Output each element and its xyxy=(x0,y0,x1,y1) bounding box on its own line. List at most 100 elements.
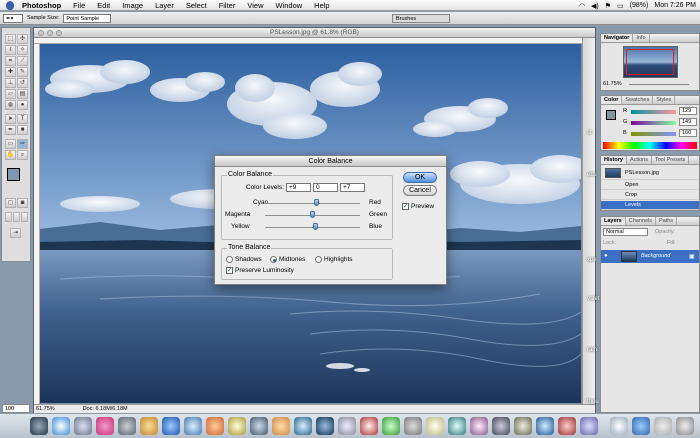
document-size-info[interactable]: Doc: 6.18M/6.18M xyxy=(83,406,128,412)
cancel-button[interactable]: Cancel xyxy=(403,185,437,196)
navigator-zoom[interactable]: 61.75% xyxy=(603,81,622,87)
layer-visibility-eye-icon[interactable]: ● xyxy=(604,253,608,259)
dialog-title[interactable]: Color Balance xyxy=(215,156,446,167)
channel-b-value[interactable]: 160 xyxy=(679,129,697,137)
jump-to-imageready-icon[interactable]: ⇥ xyxy=(10,228,21,238)
minimized-window-icon[interactable] xyxy=(632,417,650,435)
history-state-open[interactable]: Open xyxy=(601,181,699,190)
highlights-label[interactable]: Highlights xyxy=(324,256,353,263)
downloads-folder-icon[interactable] xyxy=(654,417,672,435)
menu-edit[interactable]: Edit xyxy=(91,1,116,10)
sample-size-select[interactable]: Point Sample xyxy=(63,13,112,23)
acrobat-icon[interactable] xyxy=(360,417,378,435)
apple-menu-icon[interactable] xyxy=(6,0,14,10)
color-foreground-swatch[interactable] xyxy=(606,110,616,120)
desktop-label[interactable]: xpe xyxy=(587,257,597,263)
pen-tool-icon[interactable]: ✒ xyxy=(5,125,16,135)
dvd-player-icon[interactable] xyxy=(404,417,422,435)
shadows-label[interactable]: Shadows xyxy=(235,256,262,263)
navigator-view-box[interactable] xyxy=(626,49,674,75)
stickies-icon[interactable] xyxy=(140,417,158,435)
menu-view[interactable]: View xyxy=(241,1,269,10)
blur-tool-icon[interactable]: ◍ xyxy=(5,100,16,110)
textedit-icon[interactable] xyxy=(426,417,444,435)
mail-icon[interactable] xyxy=(74,417,92,435)
history-state-levels[interactable]: Levels xyxy=(601,201,699,210)
zoom-field[interactable]: 100 xyxy=(2,404,30,413)
image-capture-icon[interactable] xyxy=(514,417,532,435)
navigator-thumbnail[interactable] xyxy=(623,46,678,78)
trash-icon[interactable] xyxy=(676,417,694,435)
tab-channels[interactable]: Channels xyxy=(626,217,656,225)
imovie-icon[interactable] xyxy=(228,417,246,435)
yellow-blue-slider-thumb[interactable] xyxy=(312,223,318,230)
desktop-label[interactable]: st xyxy=(587,130,592,136)
lasso-tool-icon[interactable]: ℓ xyxy=(5,45,16,55)
midtones-radio[interactable] xyxy=(270,256,277,263)
tab-actions[interactable]: Actions xyxy=(627,156,652,164)
marquee-tool-icon[interactable]: ⬚ xyxy=(5,34,16,44)
hand-tool-icon[interactable]: ✋ xyxy=(5,150,16,160)
document-zoom-readout[interactable]: 61.75% xyxy=(36,406,55,412)
gradient-tool-icon[interactable]: ▤ xyxy=(17,89,28,99)
zoom-tool-icon[interactable]: ⌕ xyxy=(17,150,28,160)
tab-layers[interactable]: Layers xyxy=(601,217,626,225)
menu-app[interactable]: Photoshop xyxy=(16,1,67,10)
desktop-label[interactable]: ebs xyxy=(587,172,597,178)
preserve-luminosity-label[interactable]: Preserve Luminosity xyxy=(235,267,294,274)
network-icon[interactable] xyxy=(536,417,554,435)
close-window-icon[interactable] xyxy=(38,30,44,36)
volume-icon[interactable]: ◀) xyxy=(591,2,599,10)
brush-tool-icon[interactable]: ✎ xyxy=(17,67,28,77)
tab-tool-presets[interactable]: Tool Presets xyxy=(652,156,690,164)
flag-icon[interactable]: ⚑ xyxy=(605,2,611,10)
tab-history[interactable]: History xyxy=(601,156,627,164)
history-snapshot[interactable]: PSLesson.jpg xyxy=(601,166,699,180)
menu-select[interactable]: Select xyxy=(180,1,213,10)
tab-navigator[interactable]: Navigator xyxy=(601,34,634,42)
ok-button[interactable]: OK xyxy=(403,172,437,183)
channel-r-slider[interactable] xyxy=(631,110,676,114)
photoshop-icon[interactable] xyxy=(316,417,334,435)
history-state-crop[interactable]: Crop xyxy=(601,191,699,200)
wifi-icon[interactable]: ◠ xyxy=(579,2,585,10)
calendar-icon[interactable] xyxy=(382,417,400,435)
color-level-yellow-blue-input[interactable]: +7 xyxy=(340,183,365,192)
brushes-well[interactable]: Brushes xyxy=(392,14,450,23)
cyan-red-track[interactable] xyxy=(265,203,360,204)
channel-r-value[interactable]: 129 xyxy=(679,107,697,115)
dodge-tool-icon[interactable]: ● xyxy=(17,100,28,110)
system-preferences-icon[interactable] xyxy=(294,417,312,435)
shape-tool-icon[interactable]: ■ xyxy=(17,125,28,135)
preview-label[interactable]: Preview xyxy=(411,203,434,210)
midtones-label[interactable]: Midtones xyxy=(279,256,305,263)
menu-image[interactable]: Image xyxy=(116,1,149,10)
magenta-green-slider-thumb[interactable] xyxy=(309,211,315,218)
zoom-window-icon[interactable] xyxy=(56,30,62,36)
tab-info[interactable]: Info xyxy=(633,34,650,42)
address-book-icon[interactable] xyxy=(118,417,136,435)
slice-tool-icon[interactable]: ⟋ xyxy=(17,56,28,66)
preserve-luminosity-checkbox[interactable]: ✓ xyxy=(226,267,233,274)
color-ramp[interactable] xyxy=(603,142,697,149)
tab-paths[interactable]: Paths xyxy=(656,217,678,225)
menubar-clock[interactable]: Mon 7:26 PM xyxy=(654,2,696,9)
preview-checkbox[interactable]: ✓ xyxy=(402,203,409,210)
eyedropper-tool-icon[interactable]: ✑ xyxy=(17,139,28,149)
foreground-color-swatch[interactable] xyxy=(7,168,20,181)
terminal-icon[interactable] xyxy=(338,417,356,435)
menu-filter[interactable]: Filter xyxy=(213,1,242,10)
menu-help[interactable]: Help xyxy=(308,1,335,10)
quick-mask-mode-icon[interactable]: ◙ xyxy=(17,198,28,208)
type-tool-icon[interactable]: T xyxy=(17,114,28,124)
help-viewer-icon[interactable] xyxy=(448,417,466,435)
screen-mode-standard-icon[interactable] xyxy=(5,212,12,222)
iphoto-icon[interactable] xyxy=(206,417,224,435)
desktop-label[interactable]: rain xyxy=(587,347,597,353)
clone-stamp-tool-icon[interactable]: ⊥ xyxy=(5,78,16,88)
garageband-icon[interactable] xyxy=(250,417,268,435)
cyan-red-slider-thumb[interactable] xyxy=(313,199,319,206)
document-icon[interactable] xyxy=(610,417,628,435)
history-brush-tool-icon[interactable]: ↺ xyxy=(17,78,28,88)
magic-wand-tool-icon[interactable]: ✧ xyxy=(17,45,28,55)
